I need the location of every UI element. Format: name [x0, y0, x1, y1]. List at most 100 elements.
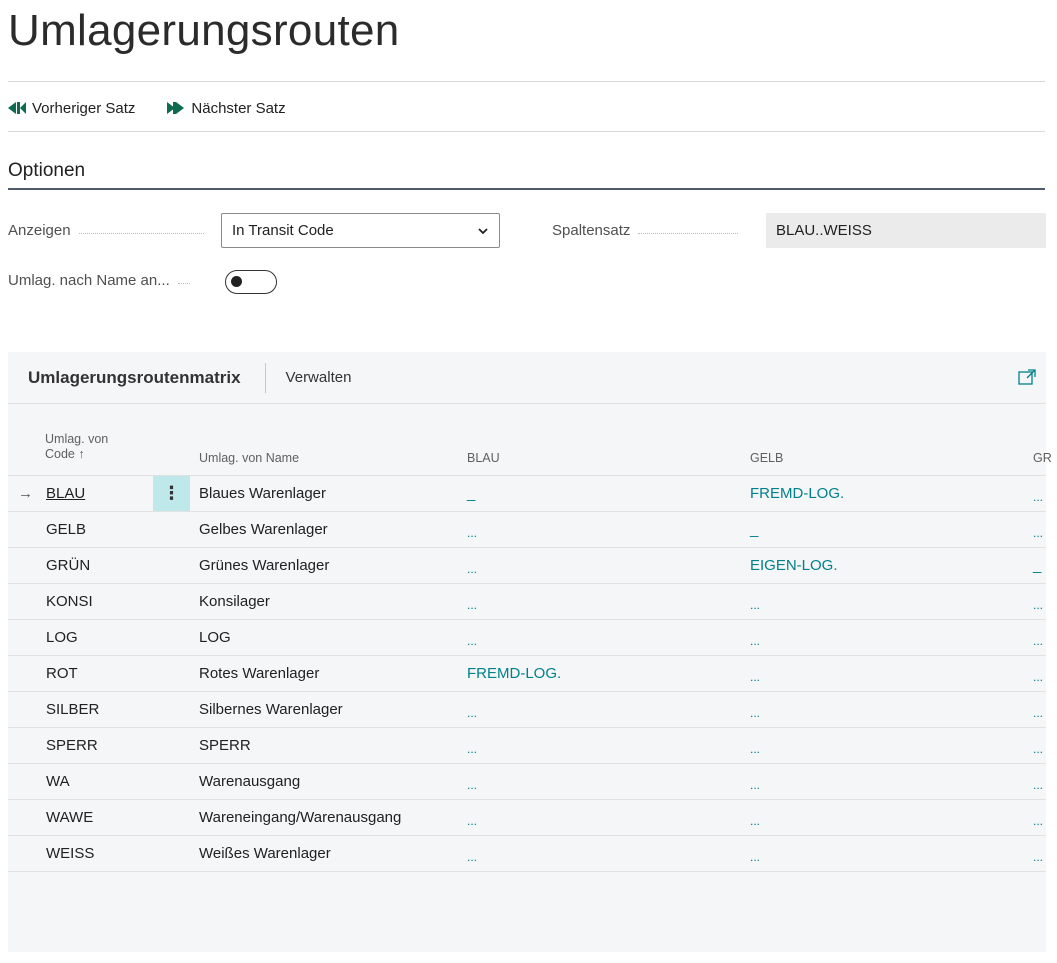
cell-name: LOG	[199, 629, 231, 646]
table-row[interactable]: SPERR SPERR.........	[8, 728, 1046, 764]
cell-in-transit-code[interactable]: ...	[1033, 800, 1043, 835]
cell-in-transit-code[interactable]: ...	[467, 728, 477, 763]
cell-in-transit-code[interactable]: ...	[1033, 836, 1043, 871]
column-set-label: Spaltensatz	[552, 222, 739, 239]
cell-code[interactable]: WAWE	[46, 800, 93, 835]
cell-in-transit-code[interactable]: ...	[467, 836, 477, 871]
cell-in-transit-code[interactable]: ...	[1033, 620, 1043, 655]
column-header-blau[interactable]: BLAU	[467, 451, 500, 466]
cell-code[interactable]: WA	[46, 764, 70, 799]
cell-code[interactable]: WEISS	[46, 836, 94, 871]
cell-in-transit-code[interactable]: FREMD-LOG.	[467, 656, 561, 691]
cell-in-transit-code[interactable]: ...	[467, 692, 477, 727]
cell-in-transit-code[interactable]: ...	[750, 836, 760, 871]
table-row[interactable]: SILBER Silbernes Warenlager.........	[8, 692, 1046, 728]
cell-in-transit-code[interactable]: ...	[750, 584, 760, 619]
previous-record-icon	[8, 102, 26, 114]
cell-code[interactable]: GELB	[46, 512, 86, 547]
cell-in-transit-code[interactable]: ...	[1033, 764, 1043, 799]
leader-dots	[638, 233, 739, 234]
page-title: Umlagerungsrouten	[8, 6, 400, 55]
cell-in-transit-code[interactable]: ...	[1033, 656, 1043, 691]
cell-in-transit-code[interactable]: ...	[750, 692, 760, 727]
table-row[interactable]: LOG LOG.........	[8, 620, 1046, 656]
matrix-part: Umlagerungsroutenmatrix Verwalten Umlag.…	[8, 352, 1052, 952]
by-name-toggle[interactable]	[225, 270, 277, 294]
cell-in-transit-code[interactable]: EIGEN-LOG.	[750, 548, 838, 583]
cell-in-transit-code[interactable]: ...	[1033, 692, 1043, 727]
table-row[interactable]: GRÜN Grünes Warenlager... EIGEN-LOG. _	[8, 548, 1046, 584]
cell-in-transit-code[interactable]: ...	[750, 728, 760, 763]
actionbar-divider	[8, 131, 1045, 132]
column-header-gruen[interactable]: GR	[1033, 451, 1052, 466]
chevron-down-icon	[478, 228, 488, 235]
cell-code[interactable]: LOG	[46, 620, 78, 655]
cell-in-transit-code[interactable]: ...	[750, 620, 760, 655]
cell-in-transit-code[interactable]: _	[467, 476, 475, 511]
cell-code[interactable]: ROT	[46, 656, 78, 691]
previous-record-label: Vorheriger Satz	[32, 99, 136, 117]
table-row[interactable]: WA Warenausgang.........	[8, 764, 1046, 800]
action-bar: Vorheriger Satz Nächster Satz	[8, 96, 286, 120]
selected-row-arrow-icon: →	[18, 485, 33, 502]
title-divider	[8, 81, 1045, 82]
table-row[interactable]: WAWE Wareneingang/Warenausgang.........	[8, 800, 1046, 836]
toggle-knob	[231, 276, 242, 287]
cell-name: Konsilager	[199, 593, 270, 610]
show-label-text: Anzeigen	[8, 222, 71, 239]
table-row[interactable]: KONSI Konsilager.........	[8, 584, 1046, 620]
show-select[interactable]: In Transit Code	[221, 213, 500, 248]
cell-in-transit-code[interactable]: _	[1033, 548, 1041, 583]
cell-in-transit-code[interactable]: _	[750, 512, 758, 547]
cell-name: Silbernes Warenlager	[199, 701, 343, 718]
cell-name: Blaues Warenlager	[199, 485, 327, 502]
expand-icon[interactable]	[1018, 369, 1036, 385]
column-header-code[interactable]: Umlag. von Code ↑	[45, 432, 108, 462]
cell-name: Grünes Warenlager	[199, 557, 330, 574]
cell-in-transit-code[interactable]: FREMD-LOG.	[750, 476, 844, 511]
column-header-gelb[interactable]: GELB	[750, 451, 783, 466]
section-title-options[interactable]: Optionen	[8, 160, 85, 182]
column-set-field[interactable]: BLAU..WEISS	[766, 213, 1046, 248]
cell-in-transit-code[interactable]: ...	[1033, 512, 1043, 547]
cell-in-transit-code[interactable]: ...	[1033, 728, 1043, 763]
cell-in-transit-code[interactable]: ...	[467, 584, 477, 619]
cell-in-transit-code[interactable]: ...	[750, 800, 760, 835]
next-record-label: Nächster Satz	[191, 99, 286, 117]
table-row[interactable]: → ⋮ BLAU Blaues Warenlager _ FREMD-LOG....	[8, 476, 1046, 512]
cell-name: Warenausgang	[199, 773, 301, 790]
by-name-label-text: Umlag. nach Name an...	[8, 272, 170, 289]
cell-in-transit-code[interactable]: ...	[1033, 476, 1043, 511]
cell-in-transit-code[interactable]: ...	[467, 800, 477, 835]
matrix-title[interactable]: Umlagerungsroutenmatrix	[8, 368, 241, 388]
cell-code[interactable]: SPERR	[46, 728, 98, 763]
cell-code[interactable]: GRÜN	[46, 548, 90, 583]
table-row[interactable]: GELB Gelbes Warenlager... _...	[8, 512, 1046, 548]
show-label: Anzeigen	[8, 222, 204, 239]
cell-in-transit-code[interactable]: ...	[467, 620, 477, 655]
cell-in-transit-code[interactable]: ...	[750, 656, 760, 691]
column-header-name[interactable]: Umlag. von Name	[199, 451, 299, 466]
cell-code[interactable]: BLAU	[46, 476, 85, 511]
cell-name: Weißes Warenlager	[199, 845, 331, 862]
cell-in-transit-code[interactable]: ...	[467, 764, 477, 799]
cell-in-transit-code[interactable]: ...	[1033, 584, 1043, 619]
matrix-header: Umlagerungsroutenmatrix Verwalten	[8, 352, 1046, 404]
row-menu-button[interactable]: ⋮	[153, 476, 190, 511]
previous-record-button[interactable]: Vorheriger Satz	[8, 100, 135, 117]
manage-button[interactable]: Verwalten	[286, 369, 352, 386]
cell-name: SPERR	[199, 737, 251, 754]
table-row[interactable]: WEISS Weißes Warenlager.........	[8, 836, 1046, 872]
table-row[interactable]: ROT Rotes Warenlager FREMD-LOG.......	[8, 656, 1046, 692]
cell-code[interactable]: SILBER	[46, 692, 99, 727]
cell-name: Rotes Warenlager	[199, 665, 320, 682]
cell-in-transit-code[interactable]: ...	[467, 512, 477, 547]
column-header-code-line1: Umlag. von	[45, 432, 109, 446]
section-underline	[8, 188, 1045, 190]
cell-in-transit-code[interactable]: ...	[467, 548, 477, 583]
cell-code[interactable]: KONSI	[46, 584, 93, 619]
next-record-button[interactable]: Nächster Satz	[167, 99, 286, 117]
column-set-value: BLAU..WEISS	[776, 222, 872, 239]
next-record-icon	[167, 102, 185, 114]
cell-in-transit-code[interactable]: ...	[750, 764, 760, 799]
